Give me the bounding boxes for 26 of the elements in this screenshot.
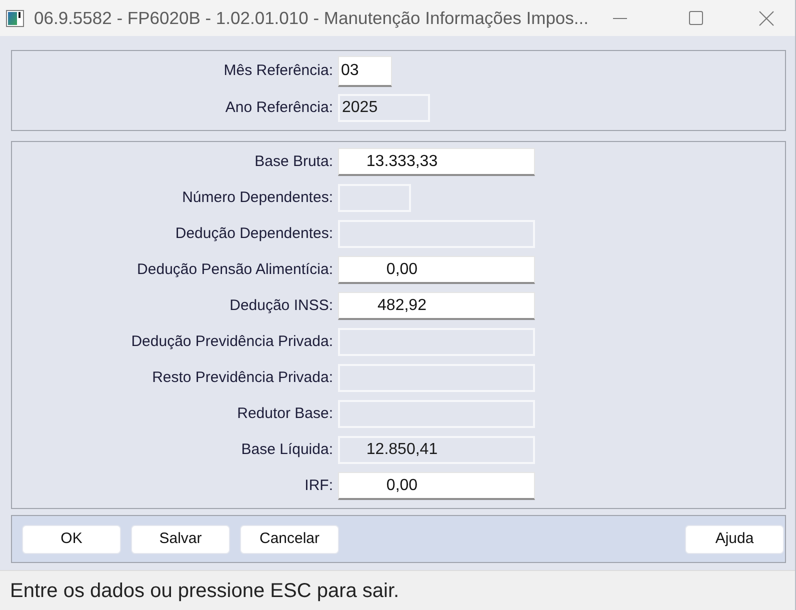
field-label: Redutor Base: bbox=[237, 404, 333, 422]
close-icon bbox=[758, 10, 774, 26]
dialog-button[interactable]: OK bbox=[22, 524, 121, 554]
input-field[interactable]: 0,00 bbox=[338, 472, 535, 500]
field-label: Dedução Dependentes: bbox=[175, 224, 333, 242]
field-label: Dedução INSS: bbox=[230, 296, 333, 314]
input-field[interactable]: 482,92 bbox=[338, 292, 535, 320]
field-label: Ano Referência: bbox=[225, 98, 333, 116]
field-label: Dedução Previdência Privada: bbox=[131, 332, 333, 350]
field-label: Base Bruta: bbox=[254, 152, 333, 170]
dialog-button[interactable]: Salvar bbox=[131, 524, 230, 554]
window-title: 06.9.5582 - FP6020B - 1.02.01.010 - Manutenção Informações Impos... bbox=[34, 6, 588, 30]
field-label: Resto Previdência Privada: bbox=[152, 368, 333, 386]
maximize-icon bbox=[689, 11, 703, 25]
field-label: Dedução Pensão Alimentícia: bbox=[137, 260, 333, 278]
input-field[interactable]: 13.333,33 bbox=[338, 148, 535, 176]
field-label: Base Líquida: bbox=[241, 440, 333, 458]
input-field[interactable]: 03 bbox=[338, 56, 392, 87]
app-icon bbox=[6, 10, 24, 26]
field-label: Número Dependentes: bbox=[182, 188, 333, 206]
input-field[interactable]: 0,00 bbox=[338, 256, 535, 284]
help-button[interactable]: Ajuda bbox=[685, 524, 784, 554]
field-label: IRF: bbox=[304, 476, 333, 494]
dialog-button[interactable]: Cancelar bbox=[240, 524, 339, 554]
field-label: Mês Referência: bbox=[224, 62, 333, 80]
status-text: Entre os dados ou pressione ESC para sair. bbox=[10, 578, 400, 604]
